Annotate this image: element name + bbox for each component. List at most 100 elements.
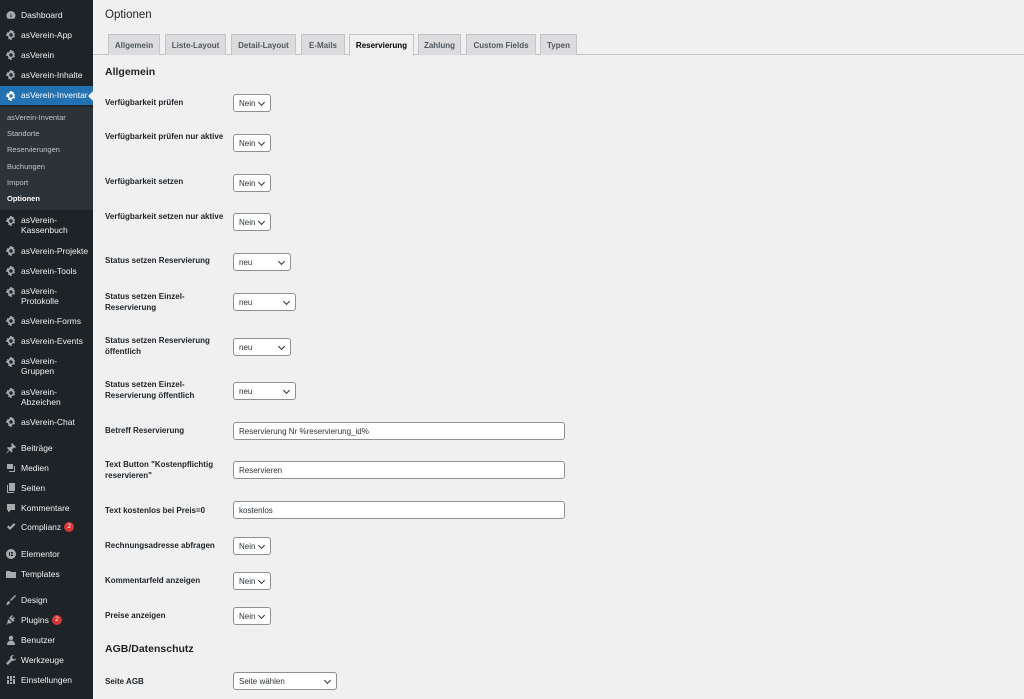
tab-detail-layout[interactable]: Detail-Layout bbox=[231, 34, 296, 55]
settings-icon bbox=[5, 675, 16, 686]
sidebar-item-asverein-inventar[interactable]: asVerein-Inventar bbox=[0, 86, 93, 105]
verfuegbarkeit-setzen-select[interactable]: Nein bbox=[233, 174, 271, 192]
sidebar-item-einstellungen[interactable]: Einstellungen bbox=[0, 674, 93, 686]
chevron-down-icon bbox=[323, 676, 332, 685]
submenu-item-optionen[interactable]: Optionen bbox=[7, 194, 40, 203]
gear-icon bbox=[5, 50, 16, 61]
sidebar-item-seiten[interactable]: Seiten bbox=[0, 482, 93, 494]
sidebar-item-asverein-gruppen[interactable]: asVerein-Gruppen bbox=[0, 355, 93, 377]
field-label: Text Button "Kostenpflichtig reservieren… bbox=[105, 460, 214, 480]
status-einzel-reservierung-oeffentlich-select[interactable]: neu bbox=[233, 382, 296, 400]
seite-agb-select[interactable]: Seite wählen bbox=[233, 672, 337, 690]
sidebar-item-asverein-projekte[interactable]: asVerein-Projekte bbox=[0, 245, 93, 257]
gear-icon bbox=[5, 286, 16, 297]
preise-anzeigen-select[interactable]: Nein bbox=[233, 607, 271, 625]
chevron-down-icon bbox=[282, 297, 291, 306]
dashboard-icon bbox=[5, 10, 16, 21]
rechnungsadresse-select[interactable]: Nein bbox=[233, 537, 271, 555]
sidebar-item-label: Plugins 2 bbox=[21, 615, 62, 626]
sidebar-item-asverein-inhalte[interactable]: asVerein-Inhalte bbox=[0, 69, 93, 81]
gear-icon bbox=[5, 30, 16, 41]
sidebar-item-kommentare[interactable]: Kommentare bbox=[0, 502, 93, 514]
status-einzel-reservierung-select[interactable]: neu bbox=[233, 293, 296, 311]
betreff-reservierung-input[interactable]: Reservierung Nr %reservierung_id% bbox=[233, 422, 565, 440]
tab-typen[interactable]: Typen bbox=[540, 34, 577, 55]
chevron-down-icon bbox=[277, 257, 286, 266]
sidebar-item-label: Design bbox=[21, 595, 48, 605]
tab-reservierung[interactable]: Reservierung bbox=[349, 34, 414, 56]
chevron-down-icon bbox=[257, 576, 266, 585]
wrench-icon bbox=[5, 655, 16, 666]
sidebar-item-benutzer[interactable]: Benutzer bbox=[0, 634, 93, 646]
sidebar-item-asverein-tools[interactable]: asVerein-Tools bbox=[0, 265, 93, 277]
sidebar-item-elementor[interactable]: Elementor bbox=[0, 548, 93, 560]
submenu-item-buchungen[interactable]: Buchungen bbox=[7, 162, 45, 171]
sidebar-item-label: Elementor bbox=[21, 549, 60, 559]
tab-bar: Allgemein Liste-Layout Detail-Layout E-M… bbox=[93, 34, 1024, 56]
verfuegbarkeit-setzen-aktive-select[interactable]: Nein bbox=[233, 213, 271, 231]
sidebar-item-label: asVerein-Kassenbuch bbox=[21, 215, 68, 235]
sidebar-item-design[interactable]: Design bbox=[0, 594, 93, 606]
pin-icon bbox=[5, 443, 16, 454]
tab-e-mails[interactable]: E-Mails bbox=[301, 34, 345, 55]
field-label: Status setzen Einzel-Reservierung bbox=[105, 292, 185, 312]
check-icon bbox=[5, 522, 16, 533]
sidebar-item-werkzeuge[interactable]: Werkzeuge bbox=[0, 654, 93, 666]
submenu-item-inventar[interactable]: asVerein-Inventar bbox=[7, 113, 66, 122]
tab-custom-fields[interactable]: Custom Fields bbox=[466, 34, 536, 55]
field-label: Text kostenlos bei Preis=0 bbox=[105, 506, 206, 515]
sidebar-item-label: asVerein-Inventar bbox=[21, 90, 88, 100]
button-text-input[interactable]: Reservieren bbox=[233, 461, 565, 479]
chevron-down-icon bbox=[257, 178, 266, 187]
sidebar-item-templates[interactable]: Templates bbox=[0, 568, 93, 580]
verfuegbarkeit-pruefen-select[interactable]: Nein bbox=[233, 94, 271, 112]
submenu-item-reservierungen[interactable]: Reservierungen bbox=[7, 145, 60, 154]
section-title-allgemein: Allgemein bbox=[105, 66, 156, 78]
field-label: Verfügbarkeit setzen nur aktive bbox=[105, 212, 224, 221]
verfuegbarkeit-pruefen-aktive-select[interactable]: Nein bbox=[233, 134, 271, 152]
tab-allgemein[interactable]: Allgemein bbox=[108, 34, 160, 55]
submenu: asVerein-Inventar Standorte Reservierung… bbox=[0, 107, 93, 210]
sidebar-item-asverein-events[interactable]: asVerein-Events bbox=[0, 335, 93, 347]
sidebar-item-asverein-chat[interactable]: asVerein-Chat bbox=[0, 416, 93, 428]
chevron-down-icon bbox=[257, 98, 266, 107]
kommentarfeld-select[interactable]: Nein bbox=[233, 572, 271, 590]
sidebar-item-complianz[interactable]: Complianz 2 bbox=[0, 521, 93, 533]
gear-icon bbox=[5, 336, 16, 347]
tab-zahlung[interactable]: Zahlung bbox=[418, 34, 461, 55]
field-label: Preise anzeigen bbox=[105, 611, 166, 620]
sidebar-item-asverein-kassenbuch[interactable]: asVerein-Kassenbuch bbox=[0, 214, 93, 236]
plugin-icon bbox=[5, 615, 16, 626]
sidebar-item-label: asVerein-Protokolle bbox=[21, 286, 59, 306]
sidebar-item-asverein[interactable]: asVerein bbox=[0, 49, 93, 61]
field-label: Kommentarfeld anzeigen bbox=[105, 576, 201, 585]
status-reservierung-select[interactable]: neu bbox=[233, 253, 291, 271]
chevron-down-icon bbox=[277, 342, 286, 351]
sidebar-item-asverein-abzeichen[interactable]: asVerein-Abzeichen bbox=[0, 386, 93, 408]
kostenlos-text-input[interactable]: kostenlos bbox=[233, 501, 565, 519]
sidebar-item-medien[interactable]: Medien bbox=[0, 462, 93, 474]
sidebar-item-asverein-app[interactable]: asVerein-App bbox=[0, 29, 93, 41]
field-label: Status setzen Reservierung bbox=[105, 256, 210, 265]
sidebar-item-label: Dashboard bbox=[21, 10, 63, 20]
notification-badge: 2 bbox=[51, 615, 62, 626]
sidebar-item-plugins[interactable]: Plugins 2 bbox=[0, 614, 93, 626]
sidebar-item-asverein-forms[interactable]: asVerein-Forms bbox=[0, 315, 93, 327]
gear-icon bbox=[5, 70, 16, 81]
submenu-item-import[interactable]: Import bbox=[7, 178, 28, 187]
comment-icon bbox=[5, 503, 16, 514]
notification-badge: 2 bbox=[64, 522, 75, 533]
sidebar-item-label: asVerein-Inhalte bbox=[21, 70, 83, 80]
submenu-item-standorte[interactable]: Standorte bbox=[7, 129, 40, 138]
sidebar-item-label: Benutzer bbox=[21, 635, 56, 645]
sidebar-item-dashboard[interactable]: Dashboard bbox=[0, 9, 93, 21]
main-content: Optionen Allgemein Liste-Layout Detail-L… bbox=[93, 0, 1024, 699]
brush-icon bbox=[5, 595, 16, 606]
chevron-down-icon bbox=[257, 541, 266, 550]
sidebar-item-asverein-protokolle[interactable]: asVerein-Protokolle bbox=[0, 285, 93, 307]
sidebar-item-beitraege[interactable]: Beiträge bbox=[0, 442, 93, 454]
tab-liste-layout[interactable]: Liste-Layout bbox=[165, 34, 226, 55]
status-reservierung-oeffentlich-select[interactable]: neu bbox=[233, 338, 291, 356]
user-icon bbox=[5, 635, 16, 646]
gear-icon bbox=[5, 356, 16, 367]
